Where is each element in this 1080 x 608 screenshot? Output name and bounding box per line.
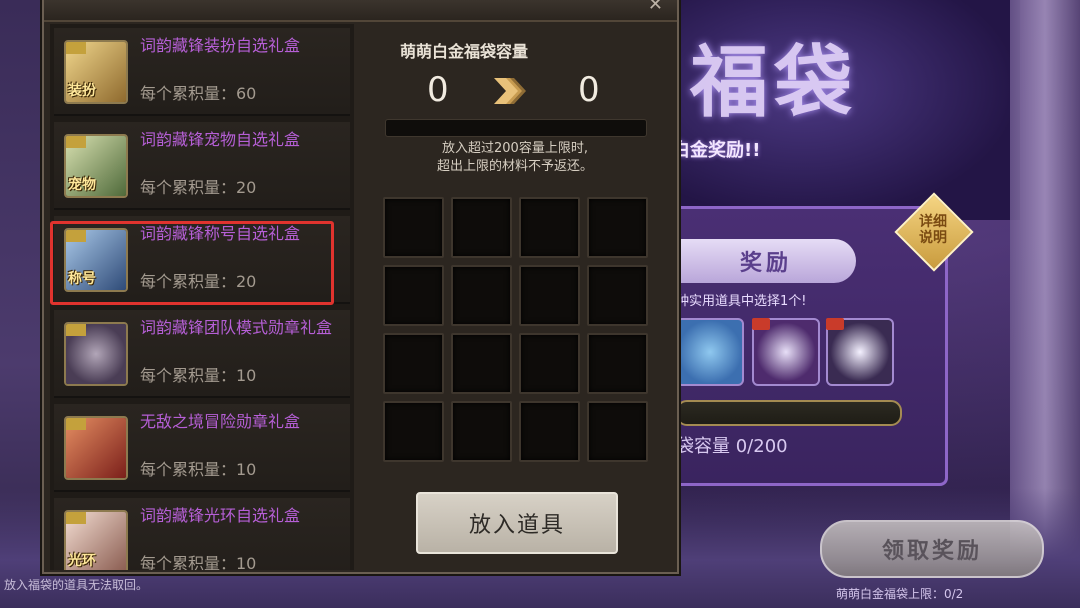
item-name: 词韵藏锋团队模式勋章礼盒 [140, 318, 333, 337]
item-slot[interactable] [451, 265, 512, 326]
item-name: 词韵藏锋宠物自选礼盒 [140, 130, 301, 149]
item-cost: 每个累积量：20 [140, 178, 257, 197]
adventure-medal-icon [64, 416, 128, 480]
item-cost: 每个累积量：10 [140, 554, 257, 570]
pet-box-icon: 宠物 [64, 134, 128, 198]
item-cost: 每个累积量：60 [140, 84, 257, 103]
capacity-note-line2: 超出上限的材料不予返还。 [436, 159, 593, 174]
bottom-tip: 放入福袋的道具无法取回。 [4, 578, 149, 592]
item-cost: 每个累积量：10 [140, 366, 257, 385]
item-slot[interactable] [383, 333, 444, 394]
costume-box-icon: 装扮 [64, 40, 128, 104]
item-name: 词韵藏锋光环自选礼盒 [140, 506, 301, 525]
new-badge-icon [752, 318, 770, 330]
item-slot[interactable] [383, 265, 444, 326]
list-item[interactable]: 宠物 词韵藏锋宠物自选礼盒 每个累积量：20 [54, 122, 350, 210]
list-item[interactable]: 光环 词韵藏锋光环自选礼盒 每个累积量：10 [54, 498, 350, 570]
banner-title: 福袋 [690, 38, 859, 128]
list-item[interactable]: 无敌之境冒险勋章礼盒 每个累积量：10 [54, 404, 350, 492]
list-item[interactable]: 装扮 词韵藏锋装扮自选礼盒 每个累积量：60 [54, 28, 350, 116]
item-tag: 宠物 [68, 177, 96, 193]
item-slot-grid [383, 197, 648, 462]
item-slot[interactable] [587, 197, 648, 258]
capacity-title: 萌萌白金福袋容量 [400, 42, 529, 61]
capacity-note-line1: 放入超过200容量上限时, [442, 141, 588, 156]
ribbon-icon [66, 512, 86, 524]
banner-subtitle: 白金奖励!! [672, 140, 761, 161]
after-capacity: 0 [578, 70, 600, 110]
item-name: 无敌之境冒险勋章礼盒 [140, 412, 301, 431]
item-slot[interactable] [519, 265, 580, 326]
ribbon-icon [66, 42, 86, 54]
item-slot[interactable] [519, 197, 580, 258]
ribbon-icon [66, 136, 86, 148]
item-slot[interactable] [451, 197, 512, 258]
item-slot[interactable] [519, 333, 580, 394]
reward-tab[interactable]: 奖励 [676, 239, 856, 283]
item-slot[interactable] [383, 197, 444, 258]
item-slot[interactable] [451, 333, 512, 394]
item-slot[interactable] [587, 265, 648, 326]
item-tag: 光环 [68, 553, 96, 569]
list-item[interactable]: 词韵藏锋团队模式勋章礼盒 每个累积量：10 [54, 310, 350, 398]
claim-limit-note: 萌萌白金福袋上限：0/2 [836, 587, 964, 601]
reward-note: 种实用道具中选择1个! [676, 294, 807, 309]
capacity-note: 放入超过200容量上限时, 超出上限的材料不予返还。 [390, 140, 640, 176]
highlight-box [50, 221, 334, 305]
claim-reward-label: 领取奖励 [881, 539, 982, 564]
item-slot[interactable] [451, 401, 512, 462]
team-medal-icon [64, 322, 128, 386]
item-slot[interactable] [519, 401, 580, 462]
reward-progress-bar [676, 400, 902, 426]
item-cost: 每个累积量：10 [140, 460, 257, 479]
claim-reward-button[interactable]: 领取奖励 [820, 520, 1044, 578]
dialog-header: ✕ [44, 0, 677, 22]
item-tag: 装扮 [68, 83, 96, 99]
reward-item-dragon[interactable] [752, 318, 820, 386]
reward-item-mask[interactable] [826, 318, 894, 386]
item-name: 词韵藏锋装扮自选礼盒 [140, 36, 301, 55]
close-icon[interactable]: ✕ [648, 0, 663, 15]
item-slot[interactable] [587, 333, 648, 394]
ribbon-icon [66, 418, 86, 430]
reward-item-crystal[interactable] [676, 318, 744, 386]
ribbon-icon [66, 324, 86, 336]
double-chevron-right-icon [494, 78, 526, 104]
halo-box-icon: 光环 [64, 510, 128, 570]
capacity-progress-bar [385, 119, 647, 137]
item-slot[interactable] [587, 401, 648, 462]
item-slot[interactable] [383, 401, 444, 462]
put-item-button[interactable]: 放入道具 [416, 492, 618, 554]
new-badge-icon [826, 318, 844, 330]
current-capacity: 0 [427, 70, 449, 110]
put-item-label: 放入道具 [468, 513, 565, 538]
reward-capacity: 袋容量 0/200 [676, 436, 788, 457]
details-label: 详细说明 [919, 214, 947, 246]
reward-tab-label: 奖励 [739, 251, 792, 276]
